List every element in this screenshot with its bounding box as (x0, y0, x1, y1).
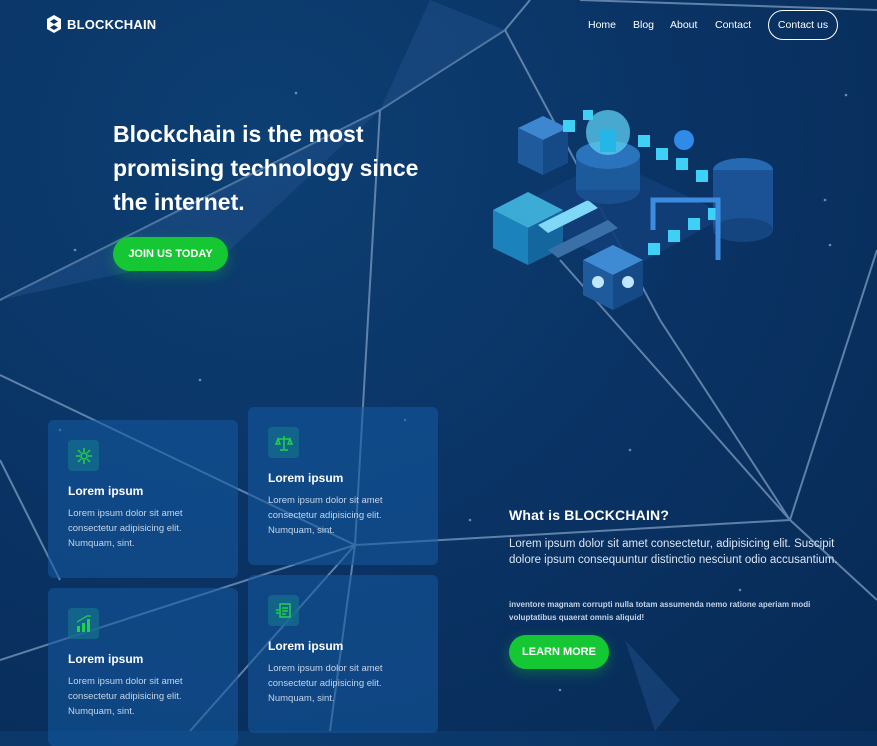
cube-logo-icon (47, 15, 61, 33)
card-text: Lorem ipsum dolor sit amet consectetur a… (268, 495, 383, 536)
feature-card: Lorem ipsum Lorem ipsum dolor sit amet c… (248, 575, 438, 733)
scales-icon (268, 427, 299, 458)
card-title: Lorem ipsum (268, 639, 344, 653)
join-us-button[interactable]: JOIN US TODAY (113, 237, 228, 271)
blockchain-isometric-illustration (493, 110, 773, 310)
nav-about[interactable]: About (670, 19, 697, 31)
nav-home[interactable]: Home (588, 19, 616, 31)
nav-contact[interactable]: Contact (715, 19, 751, 31)
network-icon (68, 440, 99, 471)
card-text: Lorem ipsum dolor sit amet consectetur a… (68, 508, 183, 549)
about-lead-text: Lorem ipsum dolor sit amet consectetur, … (509, 538, 838, 566)
feature-card: Lorem ipsum Lorem ipsum dolor sit amet c… (48, 588, 238, 746)
card-title: Lorem ipsum (68, 652, 144, 666)
card-text: Lorem ipsum dolor sit amet consectetur a… (268, 663, 383, 704)
card-title: Lorem ipsum (268, 471, 344, 485)
about-small-text: inventore magnam corrupti nulla totam as… (509, 600, 811, 622)
learn-more-button[interactable]: LEARN MORE (509, 635, 609, 669)
site-logo[interactable]: BLOCKCHAIN (47, 15, 156, 33)
feature-card: Lorem ipsum Lorem ipsum dolor sit amet c… (248, 407, 438, 565)
about-title: What is BLOCKCHAIN? (509, 507, 670, 523)
logo-text: BLOCKCHAIN (67, 16, 157, 32)
card-title: Lorem ipsum (68, 484, 144, 498)
contact-us-button[interactable]: Contact us (768, 10, 838, 40)
card-text: Lorem ipsum dolor sit amet consectetur a… (68, 676, 183, 717)
nav-blog[interactable]: Blog (633, 19, 654, 31)
hero-title: Blockchain is the most promising technol… (113, 121, 419, 215)
document-icon (268, 595, 299, 626)
feature-card: Lorem ipsum Lorem ipsum dolor sit amet c… (48, 420, 238, 578)
bar-chart-icon (68, 608, 99, 639)
